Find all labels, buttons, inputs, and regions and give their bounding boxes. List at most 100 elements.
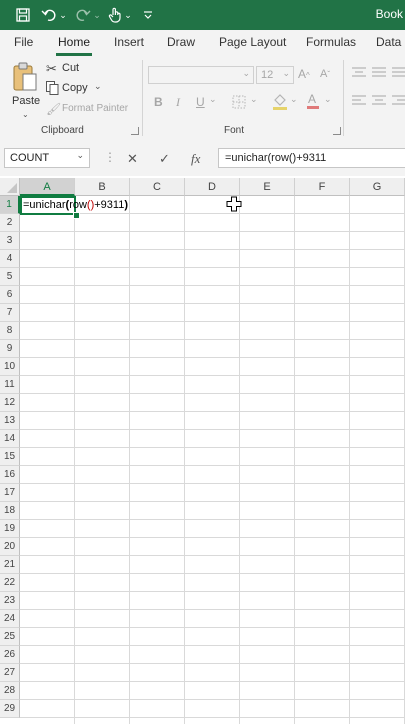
clipboard-group-label: Clipboard: [41, 125, 84, 136]
row-header-11[interactable]: 11: [0, 376, 20, 394]
borders-dropdown-icon[interactable]: ⌄: [250, 94, 258, 105]
row-header-17[interactable]: 17: [0, 484, 20, 502]
cells-area[interactable]: [20, 196, 405, 724]
bottom-align-icon[interactable]: [392, 66, 405, 84]
tab-insert[interactable]: Insert: [114, 35, 144, 49]
caret-down-icon: ˇ: [327, 70, 331, 79]
row-header-25[interactable]: 25: [0, 628, 20, 646]
font-name-box[interactable]: ⌄: [148, 66, 254, 84]
formula-bar: COUNT ⌄ ⋮ ✕ ✓ fx =unichar(row()+9311: [0, 140, 405, 176]
column-header-f[interactable]: F: [295, 178, 350, 196]
window-title: Book: [375, 7, 403, 21]
format-painter-button[interactable]: 🖌 Format Painter: [46, 102, 136, 118]
tab-draw[interactable]: Draw: [167, 35, 195, 49]
row-header-24[interactable]: 24: [0, 610, 20, 628]
save-icon[interactable]: [12, 4, 34, 26]
tab-formulas[interactable]: Formulas: [306, 35, 356, 49]
tab-page-layout[interactable]: Page Layout: [219, 35, 286, 49]
align-right-icon[interactable]: [392, 94, 405, 112]
grow-glyph: A: [298, 67, 307, 81]
formula-input[interactable]: =unichar(row()+9311: [218, 148, 405, 168]
group-divider: [142, 60, 143, 136]
row-header-4[interactable]: 4: [0, 250, 20, 268]
column-header-a[interactable]: A: [20, 178, 75, 196]
row-header-14[interactable]: 14: [0, 430, 20, 448]
font-color-icon[interactable]: A: [306, 92, 320, 115]
borders-icon[interactable]: [232, 95, 246, 114]
align-center-icon[interactable]: [372, 94, 386, 112]
row-header-5[interactable]: 5: [0, 268, 20, 286]
underline-button[interactable]: U: [196, 95, 205, 109]
fill-color-icon[interactable]: [272, 93, 288, 116]
align-left-icon[interactable]: [352, 94, 366, 112]
row-header-28[interactable]: 28: [0, 682, 20, 700]
customize-quick-access-icon[interactable]: [140, 4, 156, 26]
row-header-2[interactable]: 2: [0, 214, 20, 232]
name-box[interactable]: COUNT ⌄: [4, 148, 90, 168]
row-header-9[interactable]: 9: [0, 340, 20, 358]
tab-file[interactable]: File: [14, 35, 33, 49]
row-header-16[interactable]: 16: [0, 466, 20, 484]
italic-button[interactable]: I: [176, 95, 180, 110]
chevron-down-icon: ⌄: [22, 110, 29, 119]
row-header-20[interactable]: 20: [0, 538, 20, 556]
font-color-dropdown-icon[interactable]: ⌄: [324, 94, 332, 105]
row-header-27[interactable]: 27: [0, 664, 20, 682]
row-header-1[interactable]: 1: [0, 196, 20, 214]
row-header-18[interactable]: 18: [0, 502, 20, 520]
copy-button[interactable]: Copy ⌄: [46, 81, 110, 97]
clipboard-dialog-launcher-icon[interactable]: [131, 127, 139, 135]
increase-font-size-icon[interactable]: A^: [298, 67, 310, 81]
format-painter-label: Format Painter: [62, 103, 129, 114]
column-header-c[interactable]: C: [130, 178, 185, 196]
fill-handle[interactable]: [73, 212, 80, 219]
cut-button[interactable]: ✂ Cut: [46, 61, 106, 77]
insert-function-button[interactable]: fx: [191, 151, 200, 167]
confirm-entry-button[interactable]: ✓: [159, 151, 170, 167]
chevron-down-icon: ⌄: [94, 81, 102, 91]
row-header-15[interactable]: 15: [0, 448, 20, 466]
row-header-29[interactable]: 29: [0, 700, 20, 718]
underline-dropdown-icon[interactable]: ⌄: [209, 94, 217, 105]
column-header-e[interactable]: E: [240, 178, 295, 196]
fill-color-dropdown-icon[interactable]: ⌄: [290, 94, 298, 105]
redo-icon[interactable]: ⌄: [74, 4, 102, 26]
copy-label: Copy: [62, 82, 88, 94]
row-header-19[interactable]: 19: [0, 520, 20, 538]
tab-home[interactable]: Home: [58, 35, 90, 49]
edit-part-row: row: [69, 199, 87, 211]
formula-bar-divider: ⋮: [104, 150, 116, 164]
tab-data[interactable]: Data: [376, 35, 401, 49]
row-header-22[interactable]: 22: [0, 574, 20, 592]
column-header-g[interactable]: G: [350, 178, 405, 196]
font-size-box[interactable]: 12 ⌄: [256, 66, 294, 84]
bold-button[interactable]: B: [154, 95, 163, 109]
paste-button[interactable]: Paste ⌄: [6, 60, 42, 119]
font-dialog-launcher-icon[interactable]: [333, 127, 341, 135]
undo-icon[interactable]: ⌄: [40, 4, 68, 26]
column-header-d[interactable]: D: [185, 178, 240, 196]
cell-edit-text: =unichar(row()+9311): [23, 198, 128, 212]
row-header-13[interactable]: 13: [0, 412, 20, 430]
row-header-23[interactable]: 23: [0, 592, 20, 610]
cancel-entry-button[interactable]: ✕: [127, 151, 138, 167]
row-header-21[interactable]: 21: [0, 556, 20, 574]
column-header-b[interactable]: B: [75, 178, 130, 196]
row-header-3[interactable]: 3: [0, 232, 20, 250]
font-size-value: 12: [261, 69, 274, 81]
name-box-value: COUNT: [10, 152, 50, 164]
decrease-font-size-icon[interactable]: Aˇ: [320, 68, 330, 80]
paste-icon: [12, 62, 38, 97]
row-header-10[interactable]: 10: [0, 358, 20, 376]
select-all-corner[interactable]: [0, 178, 20, 196]
middle-align-icon[interactable]: [372, 66, 386, 84]
ribbon: Paste ⌄ ✂ Cut Copy ⌄ 🖌 Format Painter Cl…: [0, 56, 405, 141]
touch-mode-icon[interactable]: ⌄: [106, 4, 134, 26]
row-header-12[interactable]: 12: [0, 394, 20, 412]
row-header-26[interactable]: 26: [0, 646, 20, 664]
top-align-icon[interactable]: [352, 66, 366, 84]
paintbrush-icon: 🖌: [46, 102, 62, 116]
row-header-8[interactable]: 8: [0, 322, 20, 340]
row-header-6[interactable]: 6: [0, 286, 20, 304]
row-header-7[interactable]: 7: [0, 304, 20, 322]
